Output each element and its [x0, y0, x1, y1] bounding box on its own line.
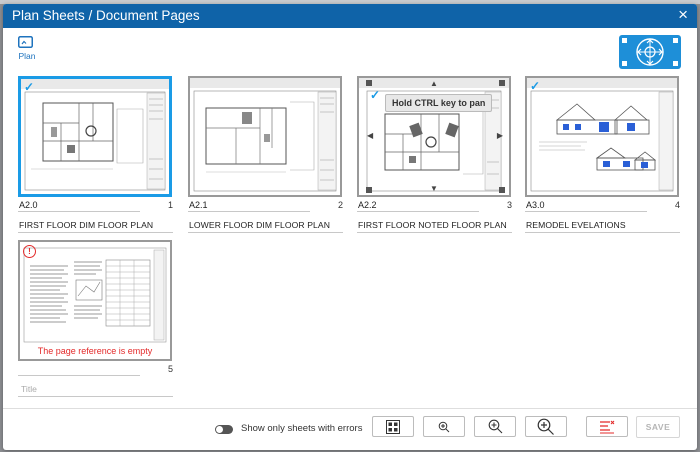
dialog-titlebar: Plan Sheets / Document Pages ×	[3, 4, 697, 28]
tab-plan-label: Plan	[18, 51, 36, 61]
selected-check-icon: ✓	[530, 79, 541, 93]
error-filter-icon	[600, 420, 615, 433]
pan-up-arrow-icon[interactable]: ▲	[430, 80, 438, 88]
divider	[188, 211, 310, 212]
zoom-medium-icon	[488, 419, 502, 434]
sheet-thumbnail-4[interactable]: ✓	[525, 76, 679, 197]
floor-plan-drawing	[24, 91, 166, 191]
close-icon[interactable]: ×	[678, 6, 688, 24]
page-number: 2	[337, 200, 343, 210]
sheet-reference[interactable]: A3.0	[526, 200, 545, 210]
sheet-thumbnail-3[interactable]: ✓ ▲ ▼ ◀ ▶ Hold CTRL key to pan	[357, 76, 511, 197]
sheet-title[interactable]: LOWER FLOOR DIM FLOOR PLAN	[189, 220, 330, 230]
error-message: The page reference is empty	[37, 346, 153, 356]
pan-left-arrow-icon[interactable]: ◀	[367, 132, 373, 140]
divider	[357, 211, 479, 212]
zoom-medium-button[interactable]	[474, 416, 516, 437]
divider	[525, 211, 647, 212]
elevations-drawing	[530, 90, 674, 192]
grid-view-button[interactable]	[372, 416, 414, 437]
sheet-title[interactable]: REMODEL EVELATIONS	[526, 220, 626, 230]
errors-only-toggle[interactable]	[215, 425, 233, 434]
zoom-large-icon	[537, 418, 554, 435]
sheet-title[interactable]: FIRST FLOOR DIM FLOOR PLAN	[19, 220, 153, 230]
error-alert-icon: !	[23, 245, 36, 258]
pan-corner-handle[interactable]	[366, 80, 372, 86]
plan-icon	[18, 36, 33, 48]
pan-corner-handle[interactable]	[499, 80, 505, 86]
zoom-large-button[interactable]	[525, 416, 567, 437]
footer-divider	[3, 408, 697, 409]
pan-navigation-icon	[622, 38, 678, 66]
title-input[interactable]: Title	[21, 384, 37, 394]
divider	[188, 232, 343, 233]
notes-page-drawing	[23, 247, 167, 343]
error-filter-button[interactable]	[586, 416, 628, 437]
divider	[525, 232, 680, 233]
selected-check-icon: ✓	[370, 88, 381, 102]
sheet-thumbnail-1[interactable]: ✓	[18, 76, 172, 197]
sheet-thumbnail-5[interactable]: ! The page reference is empty	[18, 240, 172, 361]
divider	[18, 375, 140, 376]
grid-view-icon	[386, 419, 400, 434]
pan-down-arrow-icon[interactable]: ▼	[430, 185, 438, 193]
divider	[18, 396, 173, 397]
errors-only-toggle-label: Show only sheets with errors	[241, 423, 363, 434]
tab-plan[interactable]: Plan	[15, 36, 39, 61]
divider	[18, 232, 173, 233]
save-button[interactable]: SAVE	[636, 416, 680, 438]
sheet-reference[interactable]: A2.2	[358, 200, 377, 210]
sheet-title[interactable]: FIRST FLOOR NOTED FLOOR PLAN	[358, 220, 507, 230]
page-number: 1	[167, 200, 173, 210]
pan-navigation-widget[interactable]	[619, 35, 681, 69]
zoom-small-button[interactable]	[423, 416, 465, 437]
dialog-title: Plan Sheets / Document Pages	[12, 8, 200, 23]
sheet-reference[interactable]: A2.1	[189, 200, 208, 210]
divider	[357, 232, 512, 233]
pan-corner-handle[interactable]	[366, 187, 372, 193]
pan-overlay: ✓ ▲ ▼ ◀ ▶ Hold CTRL key to pan	[359, 78, 509, 195]
page-number: 3	[506, 200, 512, 210]
floor-plan-drawing	[193, 90, 337, 192]
zoom-small-icon	[438, 421, 450, 432]
selected-check-icon: ✓	[24, 80, 35, 94]
page-number: 5	[167, 364, 173, 374]
pan-corner-handle[interactable]	[499, 187, 505, 193]
page-number: 4	[674, 200, 680, 210]
sheet-thumbnail-2[interactable]	[188, 76, 342, 197]
sheet-reference[interactable]: A2.0	[19, 200, 38, 210]
pan-tooltip: Hold CTRL key to pan	[385, 94, 493, 112]
pan-right-arrow-icon[interactable]: ▶	[497, 132, 503, 140]
plan-sheets-dialog: Plan Sheets / Document Pages × Plan ✓ A2…	[3, 4, 697, 450]
divider	[18, 211, 140, 212]
